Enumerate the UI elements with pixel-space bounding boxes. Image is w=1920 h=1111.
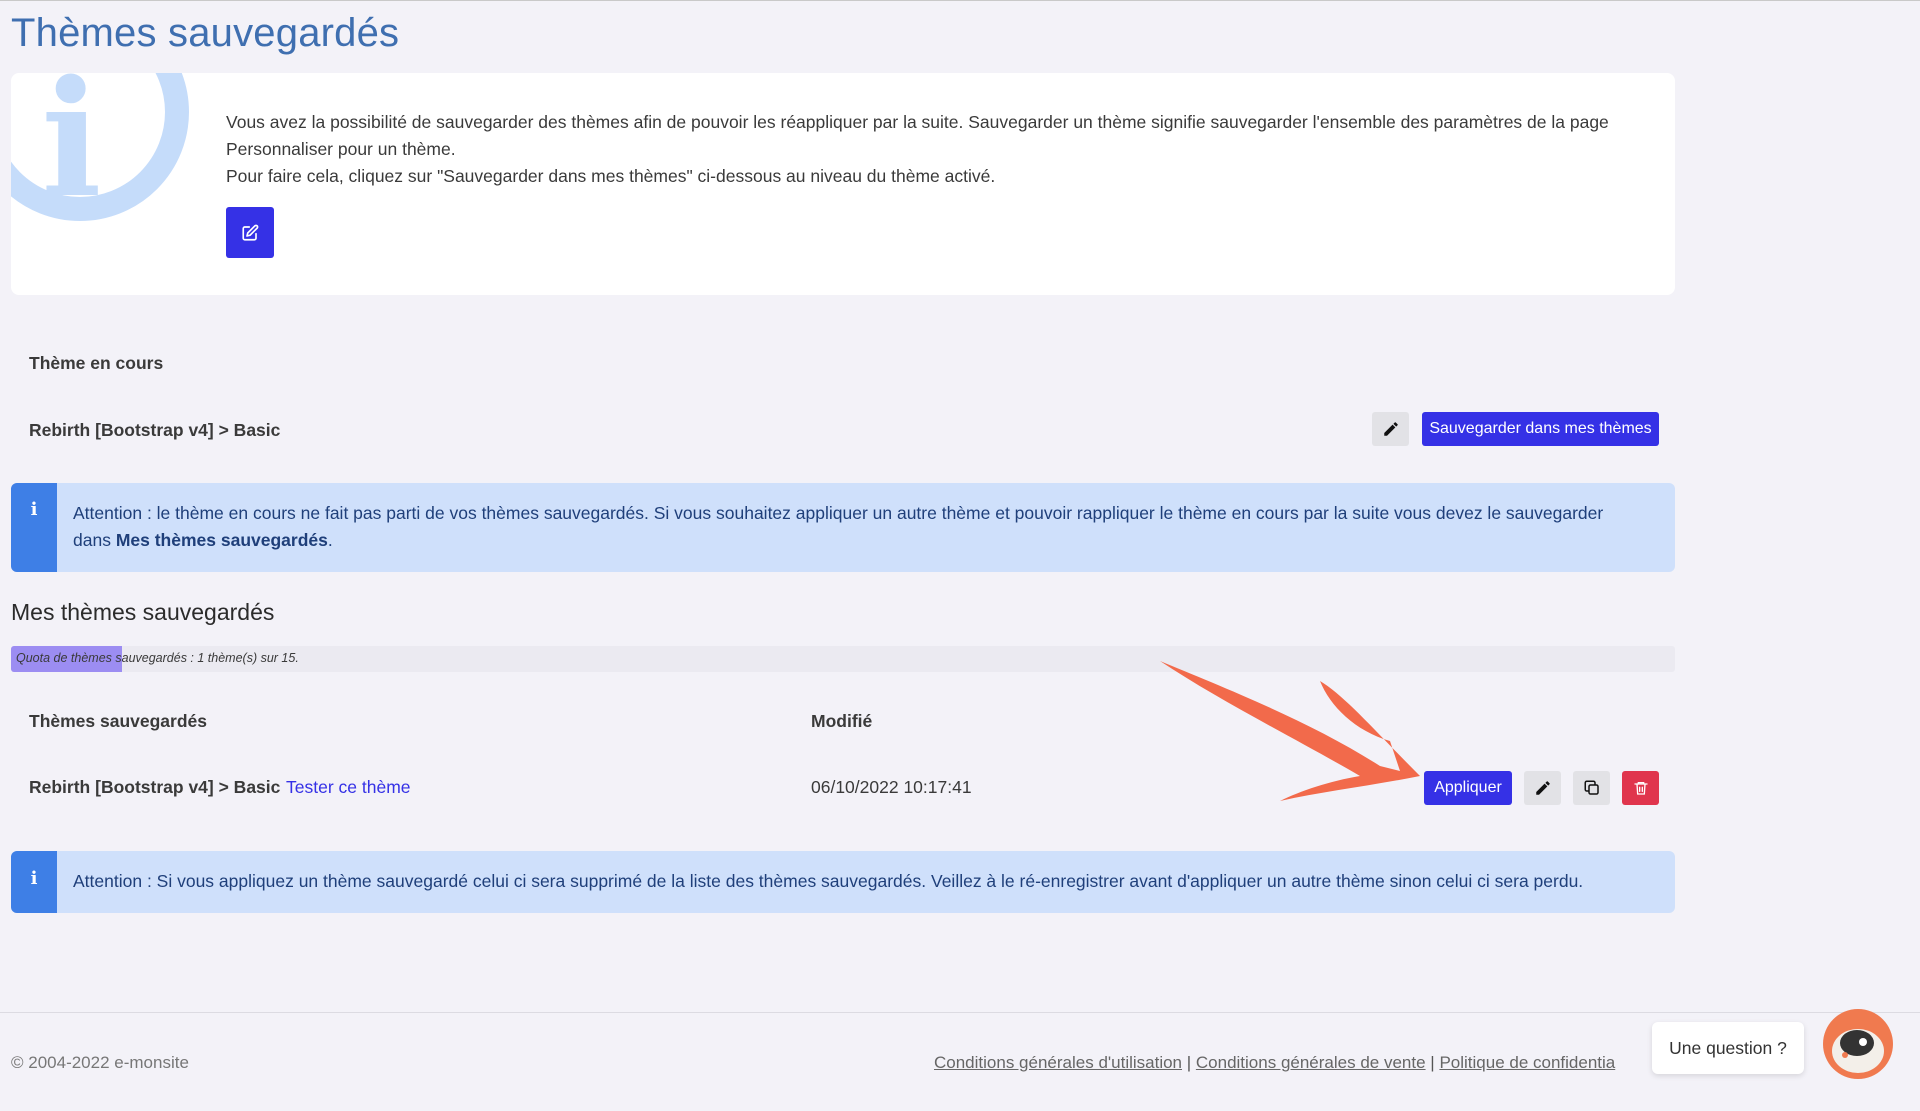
footer-divider bbox=[0, 1012, 1920, 1013]
modified-date: 06/10/2022 10:17:41 bbox=[811, 777, 972, 797]
edit-saved-theme-button[interactable] bbox=[1524, 771, 1561, 805]
robot-icon bbox=[1832, 1029, 1884, 1073]
alert-bold-link: Mes thèmes sauvegardés bbox=[115, 530, 328, 550]
info-icon: i bbox=[30, 868, 38, 889]
saved-themes-title: Mes thèmes sauvegardés bbox=[11, 599, 275, 625]
pencil-icon bbox=[1535, 781, 1550, 795]
test-theme-link[interactable]: Tester ce thème bbox=[286, 777, 411, 798]
alert-info-bar: i bbox=[11, 483, 57, 572]
annotation-arrow-icon bbox=[1160, 661, 1420, 801]
alert-current-theme: i Attention : le thème en cours ne fait … bbox=[11, 483, 1675, 572]
edit-current-theme-button[interactable] bbox=[1372, 412, 1409, 446]
footer-link-cgu[interactable]: Conditions générales d'utilisation bbox=[934, 1053, 1182, 1072]
info-text: Vous avez la possibilité de sauvegarder … bbox=[226, 109, 1616, 190]
alert-current-theme-text: Attention : le thème en cours ne fait pa… bbox=[73, 503, 1604, 550]
current-theme-heading: Thème en cours bbox=[29, 353, 164, 373]
quota-text: Quota de thèmes sauvegardés : 1 thème(s)… bbox=[16, 651, 299, 665]
chatbot-avatar[interactable] bbox=[1823, 1009, 1893, 1079]
copy-icon bbox=[1584, 780, 1599, 795]
info-line-2: Pour faire cela, cliquez sur "Sauvegarde… bbox=[226, 166, 996, 186]
info-icon: i bbox=[30, 499, 38, 520]
pencil-icon bbox=[1383, 422, 1398, 436]
duplicate-theme-button[interactable] bbox=[1573, 771, 1610, 805]
info-icon: i bbox=[41, 73, 102, 233]
saved-theme-name: Rebirth [Bootstrap v4] > Basic bbox=[29, 777, 281, 797]
copyright: © 2004-2022 e-monsite bbox=[11, 1053, 189, 1072]
alert-apply-warning: i Attention : Si vous appliquez un thème… bbox=[11, 851, 1675, 913]
alert-info-bar: i bbox=[11, 851, 57, 913]
edit-icon bbox=[242, 224, 259, 241]
trash-icon bbox=[1633, 782, 1648, 795]
apply-button[interactable]: Appliquer bbox=[1424, 771, 1512, 805]
footer-links: Conditions générales d'utilisation | Con… bbox=[934, 1053, 1616, 1072]
page-title: Thèmes sauvegardés bbox=[11, 11, 400, 55]
column-header-modified: Modifié bbox=[811, 711, 873, 731]
column-header-name: Thèmes sauvegardés bbox=[29, 711, 208, 731]
footer-link-privacy[interactable]: Politique de confidentia bbox=[1439, 1053, 1615, 1072]
delete-theme-button[interactable] bbox=[1622, 771, 1659, 805]
alert-apply-text: Attention : Si vous appliquez un thème s… bbox=[73, 871, 1584, 891]
info-card: i Vous avez la possibilité de sauvegarde… bbox=[11, 73, 1675, 295]
chat-question-button[interactable]: Une question ? bbox=[1652, 1022, 1804, 1074]
current-theme-name: Rebirth [Bootstrap v4] > Basic bbox=[29, 420, 281, 440]
footer-link-cgv[interactable]: Conditions générales de vente bbox=[1196, 1053, 1426, 1072]
info-line-1: Vous avez la possibilité de sauvegarder … bbox=[226, 112, 1609, 159]
save-to-my-themes-button[interactable]: Sauvegarder dans mes thèmes bbox=[1422, 412, 1659, 446]
edit-button[interactable] bbox=[226, 207, 274, 258]
